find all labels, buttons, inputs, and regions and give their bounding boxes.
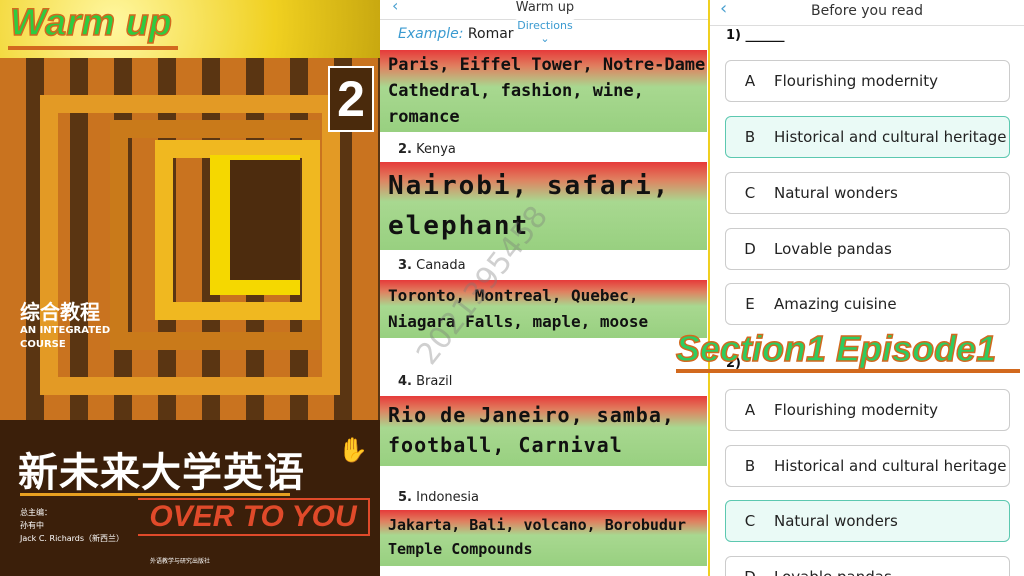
editor: Jack C. Richards（新西兰）	[20, 534, 125, 543]
section-episode-overlay: Section1 Episode1	[675, 327, 997, 370]
back-icon[interactable]: ‹	[720, 0, 727, 20]
chevron-down-icon: ⌄	[540, 32, 550, 45]
q2-option-c[interactable]: C Natural wonders	[725, 500, 1010, 542]
example-label: Example:	[398, 26, 464, 42]
item-label: 5. Indonesia	[398, 490, 479, 505]
clapping-hands-icon: ✋	[338, 436, 368, 464]
answer-block: Jakarta, Bali, volcano, Borobudur Temple…	[380, 510, 707, 566]
q2-option-b[interactable]: B Historical and cultural heritage	[725, 445, 1010, 487]
editor: 孙有中	[20, 521, 44, 530]
item-label: 3. Canada	[398, 258, 466, 273]
q1-option-b[interactable]: B Historical and cultural heritage	[725, 116, 1010, 158]
directions-label: Directions	[517, 19, 573, 32]
en-subtitle: AN INTEGRATED COURSE	[20, 325, 111, 350]
question-1-label: 1) ______	[726, 28, 785, 43]
warm-up-panel: ‹ Warm up Example: Romar Directions ⌄ Par…	[380, 0, 710, 576]
q1-option-a[interactable]: A Flourishing modernity	[725, 60, 1010, 102]
banner-underline	[8, 46, 178, 50]
q2-option-a[interactable]: A Flourishing modernity	[725, 389, 1010, 431]
cover-door-inner	[230, 160, 300, 280]
answer-block: Toronto, Montreal, Quebec, Niagara Falls…	[380, 280, 707, 338]
cn-title: 新未来大学英语	[18, 450, 305, 496]
editors: 总主编： 孙有中 Jack C. Richards（新西兰）	[20, 506, 124, 545]
book-panel: Warm up 2 综合教程 AN INTEGRATED COURSE 新未来大…	[0, 0, 380, 576]
item-label: 2. Kenya	[398, 142, 456, 157]
panel-header: ‹ Warm up	[380, 0, 708, 20]
panel-title: Warm up	[515, 0, 575, 15]
back-icon[interactable]: ‹	[392, 0, 398, 14]
before-you-read-panel: ‹ Before you read 1) ______ A Flourishing…	[710, 0, 1024, 576]
en-title: OVER TO YOU	[138, 498, 370, 536]
banner-title: Warm up	[9, 1, 172, 45]
editors-label: 总主编：	[20, 508, 52, 517]
panel-header: ‹ Before you read	[710, 0, 1024, 26]
q1-option-e[interactable]: E Amazing cuisine	[725, 283, 1010, 325]
q1-option-c[interactable]: C Natural wonders	[725, 172, 1010, 214]
publisher: 外语教学与研究出版社	[150, 558, 211, 565]
section-underline	[676, 369, 1020, 373]
example-row: Example: Romar	[398, 26, 514, 42]
cover-rule	[20, 493, 290, 496]
volume-number: 2	[328, 66, 374, 132]
q2-option-d[interactable]: DLovable pandas	[725, 556, 1010, 576]
panel-title: Before you read	[811, 3, 923, 19]
item-label: 4. Brazil	[398, 374, 453, 389]
answer-block: Paris, Eiffel Tower, Notre-Dame Cathedra…	[380, 50, 707, 132]
answer-block: Nairobi, safari, elephant	[380, 162, 707, 250]
example-text: Romar	[467, 26, 514, 42]
cn-subtitle: 综合教程	[20, 300, 100, 324]
answer-block: Rio de Janeiro, samba, football, Carniva…	[380, 396, 707, 466]
q1-option-d[interactable]: D Lovable pandas	[725, 228, 1010, 270]
directions-button[interactable]: Directions ⌄	[514, 19, 576, 47]
